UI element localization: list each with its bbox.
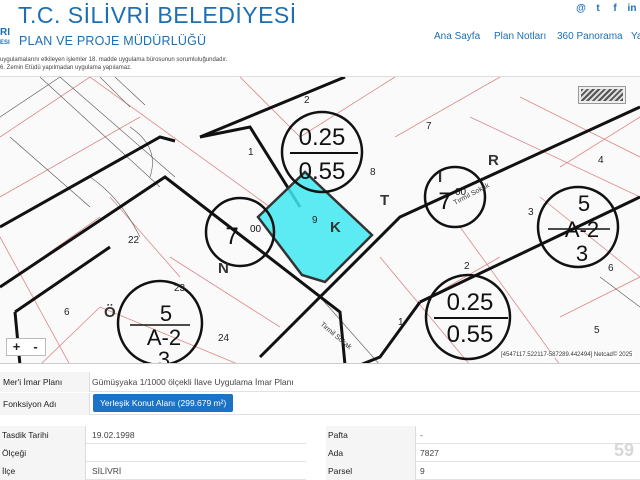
street-letter: Ö — [104, 304, 116, 321]
detail-row: Parsel 9 — [326, 462, 640, 480]
map-view[interactable]: 0.25 0.55 0.25 0.55 7 00 7 00 5 A-2 3 5 … — [0, 76, 640, 364]
detail-value: SİLİVRİ — [92, 466, 122, 476]
street-name-2: Tirmil Sokak — [319, 321, 353, 351]
parcel-number: 22 — [128, 235, 140, 246]
parcel-number: 2 — [464, 261, 470, 272]
zone-2-top: 5 — [578, 191, 590, 216]
detail-row: Ölçeği — [0, 444, 306, 462]
street-letter: K — [330, 219, 341, 236]
parcel-number: 23 — [174, 283, 186, 294]
zoom-out-button[interactable]: - — [26, 339, 45, 355]
parcel-number: 6 — [608, 263, 614, 274]
zone-1-top: 5 — [160, 301, 172, 326]
floor-label-1: 7 — [225, 223, 238, 250]
parcel-number: 5 — [594, 325, 600, 336]
plan-label: Mer'i İmar Planı — [0, 372, 90, 392]
parcel-number: 9 — [312, 215, 318, 226]
zone-2-mid: A-2 — [565, 217, 599, 242]
detail-label: Ölçeği — [0, 444, 86, 462]
detail-row: Tasdik Tarihi 19.02.1998 — [0, 426, 306, 444]
detail-label: Tasdik Tarihi — [0, 426, 86, 444]
nav-plan-notes[interactable]: Plan Notları — [494, 31, 546, 42]
street-letter: R — [488, 152, 499, 169]
detail-row: Ada 7827 — [326, 444, 640, 462]
header: RI ESI T.C. SİLİVRİ BELEDİYESİ PLAN VE P… — [0, 0, 640, 58]
nav-home[interactable]: Ana Sayfa — [434, 31, 480, 42]
detail-label: Parsel — [326, 462, 416, 480]
detail-label: Pafta — [326, 426, 416, 444]
function-button[interactable]: Yerleşik Konut Alanı (299.679 m²) — [93, 394, 234, 412]
density-top-a: 0.25 — [299, 124, 346, 151]
detail-value: 7827 — [420, 448, 439, 458]
street-letter: N — [218, 260, 229, 277]
detail-value: - — [420, 430, 423, 440]
zoom-control: + - — [6, 338, 46, 356]
street-letter: I — [438, 169, 442, 186]
twitter-icon[interactable]: t — [592, 3, 604, 15]
nav-more[interactable]: Ya — [631, 31, 640, 42]
note-line-2: 6. Zemin Etüdü yapılmadan uygulama yapıl… — [0, 65, 132, 71]
social-links: @ t f in — [575, 3, 638, 15]
parcel-number: 3 — [528, 207, 534, 218]
parcel-number: 1 — [398, 317, 404, 328]
coordinate-readout: [4547117.522117-587289.442494] Netcad© 2… — [499, 352, 635, 358]
layer-toggle-button[interactable] — [578, 86, 626, 104]
page: RI ESI T.C. SİLİVRİ BELEDİYESİ PLAN VE P… — [0, 0, 640, 480]
parcel-number: 24 — [218, 333, 230, 344]
at-icon[interactable]: @ — [575, 3, 587, 15]
detail-row: Pafta - — [326, 426, 640, 444]
detail-label: İlçe — [0, 462, 86, 480]
linkedin-icon[interactable]: in — [626, 3, 638, 15]
parcel-details: Tasdik Tarihi 19.02.1998 Ölçeği İlçe SİL… — [0, 426, 640, 480]
detail-value: 9 — [420, 466, 425, 476]
detail-row: İlçe SİLİVRİ — [0, 462, 306, 480]
plan-value: Gümüşyaka 1/1000 ölçekli İlave Uygulama … — [92, 377, 294, 387]
density-bottom-b: 0.55 — [447, 321, 494, 348]
parcel-number: 7 — [426, 121, 432, 132]
density-top-b: 0.55 — [299, 158, 346, 185]
main-nav: Ana Sayfa Plan Notları 360 Panorama Ya — [0, 31, 640, 45]
function-label: Fonksiyon Adı — [0, 393, 90, 415]
parcel-number: 6 — [64, 307, 70, 318]
selected-parcel[interactable] — [256, 170, 374, 284]
floor-label-1-sup: 00 — [250, 224, 262, 235]
street-letter: T — [380, 192, 389, 209]
floor-label-2: 7 — [438, 188, 451, 215]
note-line-1: uygulamalarını etkileyen işlemler 18. ma… — [0, 57, 228, 63]
parcel-number: 2 — [304, 95, 310, 106]
parcel-number: 1 — [248, 147, 254, 158]
density-bottom-a: 0.25 — [447, 289, 494, 316]
zone-2-bot: 3 — [576, 241, 588, 266]
facebook-icon[interactable]: f — [609, 3, 621, 15]
site-title[interactable]: T.C. SİLİVRİ BELEDİYESİ — [18, 2, 297, 29]
layers-icon — [581, 89, 623, 101]
page-number: 59 — [614, 440, 635, 460]
detail-value: 19.02.1998 — [92, 430, 135, 440]
plan-row: Mer'i İmar Planı Gümüşyaka 1/1000 ölçekl… — [0, 372, 640, 392]
parcel-number: 4 — [598, 155, 604, 166]
zone-1-bot: 3 — [158, 347, 170, 364]
nav-360-panorama[interactable]: 360 Panorama — [557, 31, 623, 42]
map-canvas[interactable]: 0.25 0.55 0.25 0.55 7 00 7 00 5 A-2 3 5 … — [0, 77, 640, 364]
zoom-in-button[interactable]: + — [7, 339, 26, 355]
detail-label: Ada — [326, 444, 416, 462]
parcel-number: 8 — [370, 167, 376, 178]
plan-notes-strip: uygulamalarını etkileyen işlemler 18. ma… — [0, 56, 640, 76]
